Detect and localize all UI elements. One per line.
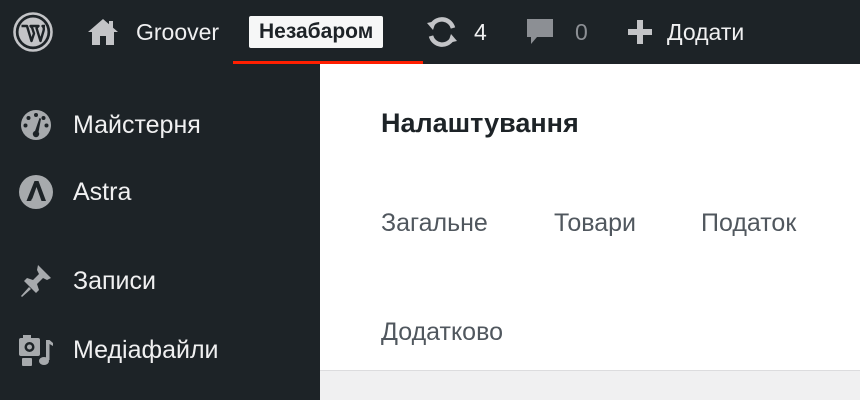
plus-icon	[628, 20, 652, 44]
tab-general[interactable]: Загальне	[381, 209, 488, 238]
coming-soon-label: Незабаром	[249, 16, 384, 48]
updates-count: 4	[474, 18, 487, 45]
new-content-label: Додати	[667, 18, 745, 45]
comment-icon	[527, 19, 553, 44]
sidebar-item-posts[interactable]: Записи	[0, 253, 320, 309]
sidebar-item-media[interactable]: Медіафайли	[0, 322, 320, 378]
wordpress-logo-icon	[13, 12, 53, 52]
site-name-menu[interactable]: Groover	[86, 0, 219, 64]
admin-side-menu: Майстерня Astra Записи Медіафайли	[0, 64, 320, 400]
tab-products[interactable]: Товари	[554, 209, 636, 238]
comments-count: 0	[575, 18, 588, 45]
sidebar-item-label: Astra	[73, 177, 132, 206]
sidebar-item-label: Медіафайли	[73, 335, 219, 364]
content-footer-strip	[320, 370, 860, 400]
dashboard-gauge-icon	[18, 107, 54, 143]
home-icon	[88, 19, 118, 45]
new-content-menu[interactable]: Додати	[627, 0, 744, 64]
comments-menu[interactable]: 0	[525, 0, 588, 64]
settings-panel: Налаштування Загальне Товари Податок Дод…	[320, 64, 860, 370]
sidebar-item-label: Майстерня	[73, 110, 201, 139]
updates-icon	[427, 17, 457, 47]
updates-menu[interactable]: 4	[424, 0, 487, 64]
pin-icon	[18, 263, 54, 299]
sidebar-item-astra[interactable]: Astra	[0, 164, 320, 220]
media-icon	[18, 332, 54, 368]
site-name: Groover	[136, 18, 220, 45]
page-title: Налаштування	[381, 108, 579, 138]
admin-bar: Groover Незабаром 4 0 Додати	[0, 0, 860, 64]
astra-logo-icon	[18, 174, 54, 210]
tab-tax[interactable]: Податок	[701, 209, 796, 238]
sidebar-item-label: Записи	[73, 266, 156, 295]
wordpress-logo-menu[interactable]	[12, 0, 54, 64]
sidebar-item-dashboard[interactable]: Майстерня	[0, 97, 320, 153]
tab-advanced[interactable]: Додатково	[381, 318, 503, 347]
coming-soon-badge[interactable]: Незабаром	[249, 0, 384, 64]
